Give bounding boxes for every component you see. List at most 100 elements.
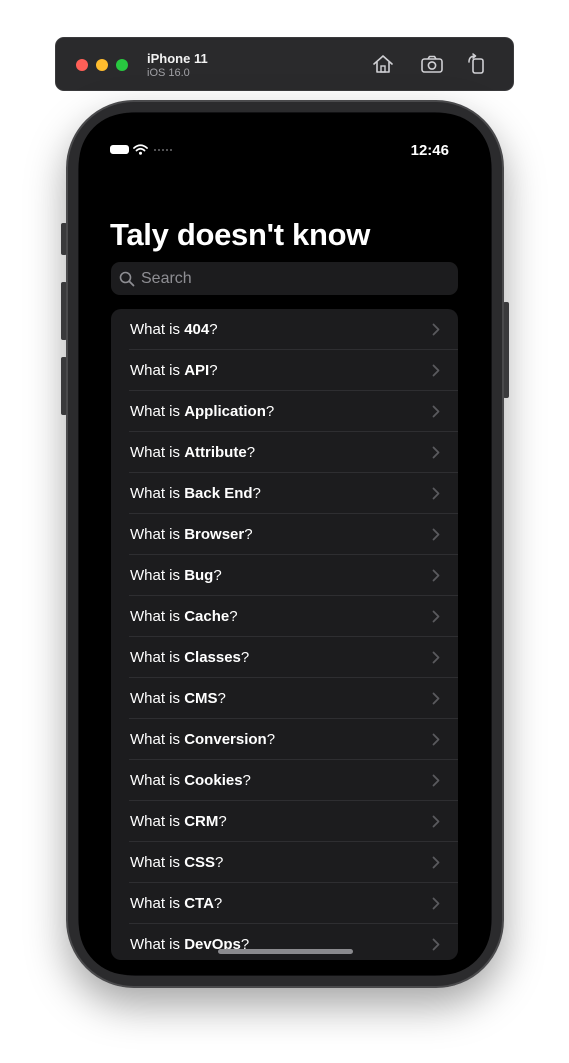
search-input[interactable] [141, 269, 441, 288]
list-item-label: What is CTA? [130, 895, 222, 912]
cellular-signal-icon [154, 148, 172, 151]
list-item-suffix: ? [213, 895, 223, 912]
list-item[interactable]: What is Conversion? [111, 719, 458, 760]
list-item-prefix: What is [130, 936, 185, 953]
chevron-right-icon [432, 651, 440, 664]
list-item-prefix: What is [130, 444, 185, 461]
list-item-suffix: ? [213, 567, 222, 584]
list-item[interactable]: What is Cookies? [111, 760, 458, 801]
status-bar-time: 12:46 [410, 142, 449, 159]
list-item-prefix: What is [130, 608, 185, 625]
list-item[interactable]: What is Cache? [111, 596, 458, 637]
list-item[interactable]: What is CRM? [111, 801, 458, 842]
list-item-label: What is Application? [130, 403, 274, 420]
home-icon[interactable] [371, 52, 395, 76]
list-item-term: Back End [184, 485, 253, 502]
window-zoom-button[interactable] [116, 59, 128, 71]
chevron-right-icon [432, 856, 440, 869]
list-item-label: What is Cache? [130, 608, 238, 625]
list-item[interactable]: What is Browser? [111, 514, 458, 555]
list-item-term: Cache [184, 608, 230, 625]
simulator-device-name: iPhone 11 [147, 51, 208, 66]
window-close-button[interactable] [76, 59, 88, 71]
list-item-prefix: What is [130, 526, 185, 543]
list-item-label: What is 404? [130, 321, 218, 338]
list-item-prefix: What is [130, 690, 185, 707]
search-bar[interactable] [111, 262, 458, 295]
simulator-os-version: iOS 16.0 [147, 67, 190, 79]
list-item-label: What is Cookies? [130, 772, 251, 789]
chevron-right-icon [432, 815, 440, 828]
list-item-suffix: ? [265, 403, 275, 420]
chevron-right-icon [432, 897, 440, 910]
list-item-term: CSS [184, 854, 216, 871]
list-item-suffix: ? [218, 813, 227, 830]
list-item-term: CRM [184, 813, 219, 830]
chevron-right-icon [432, 692, 440, 705]
list-item[interactable]: What is Application? [111, 391, 458, 432]
list-item-label: What is API? [130, 362, 218, 379]
chevron-right-icon [432, 323, 440, 336]
terms-list: What is 404? What is API? What is Applicat… [111, 309, 458, 960]
simulator-toolbar: iPhone 11 iOS 16.0 [55, 37, 514, 91]
list-item-prefix: What is [130, 854, 185, 871]
chevron-right-icon [432, 610, 440, 623]
list-item[interactable]: What is DevOps? [111, 924, 458, 960]
list-item-term: 404 [184, 321, 210, 338]
search-icon [119, 271, 135, 287]
list-item-prefix: What is [130, 895, 185, 912]
list-item-suffix: ? [209, 321, 218, 338]
list-item-term: CMS [184, 690, 218, 707]
list-item-label: What is Browser? [130, 526, 253, 543]
phone-screen: 12:46 Taly doesn't know What is 404?What… [79, 113, 491, 975]
list-item-prefix: What is [130, 649, 185, 666]
chevron-right-icon [432, 405, 440, 418]
screenshot-icon[interactable] [420, 52, 444, 76]
rotate-icon[interactable] [465, 52, 489, 76]
list-item[interactable]: What is CTA? [111, 883, 458, 924]
list-item-term: Conversion [184, 731, 267, 748]
home-indicator[interactable] [218, 949, 353, 954]
wifi-icon [133, 144, 148, 155]
list-item[interactable]: What is API? [111, 350, 458, 391]
list-item-label: What is Classes? [130, 649, 249, 666]
list-item-term: Application [184, 403, 266, 420]
list-item[interactable]: What is CMS? [111, 678, 458, 719]
list-item-prefix: What is [130, 731, 185, 748]
list-item[interactable]: What is 404? [111, 309, 458, 350]
list-item[interactable]: What is Back End? [111, 473, 458, 514]
list-item-suffix: ? [229, 608, 238, 625]
list-item-term: Classes [184, 649, 241, 666]
list-item-suffix: ? [215, 854, 224, 871]
chevron-right-icon [432, 733, 440, 746]
list-item[interactable]: What is Classes? [111, 637, 458, 678]
list-item-term: API [184, 362, 210, 379]
list-item-term: Cookies [184, 772, 243, 789]
list-item-suffix: ? [217, 690, 226, 707]
list-item-suffix: ? [266, 731, 276, 748]
list-item-term: Attribute [184, 444, 247, 461]
list-item[interactable]: What is Attribute? [111, 432, 458, 473]
list-item-suffix: ? [242, 772, 251, 789]
page-title: Taly doesn't know [110, 217, 371, 252]
chevron-right-icon [432, 446, 440, 459]
list-item-label: What is Back End? [130, 485, 261, 502]
list-item-prefix: What is [130, 567, 185, 584]
list-item[interactable]: What is Bug? [111, 555, 458, 596]
window-minimize-button[interactable] [96, 59, 108, 71]
chevron-right-icon [432, 938, 440, 951]
list-item-prefix: What is [130, 485, 185, 502]
status-bar-left [110, 144, 172, 155]
list-item-prefix: What is [130, 772, 185, 789]
chevron-right-icon [432, 528, 440, 541]
list-item-label: What is CSS? [130, 854, 223, 871]
chevron-right-icon [432, 487, 440, 500]
list-item-prefix: What is [130, 362, 185, 379]
list-item-term: CTA [184, 895, 214, 912]
list-item-prefix: What is [130, 321, 185, 338]
list-item[interactable]: What is CSS? [111, 842, 458, 883]
list-item-term: Bug [184, 567, 214, 584]
chevron-right-icon [432, 569, 440, 582]
list-item-label: What is Attribute? [130, 444, 255, 461]
list-item-label: What is CMS? [130, 690, 226, 707]
